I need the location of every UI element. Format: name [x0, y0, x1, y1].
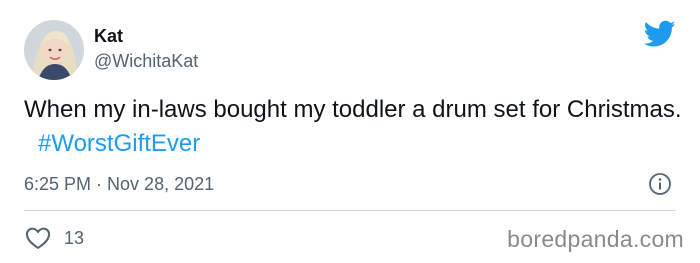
divider [24, 210, 676, 211]
tweet-card: Kat @WichitaKat When my in-laws bought m… [0, 0, 700, 263]
like-count: 13 [64, 227, 85, 248]
hashtag-link[interactable]: #WorstGiftEver [38, 130, 200, 157]
display-name[interactable]: Kat [94, 26, 123, 47]
like-button[interactable]: 13 [24, 224, 84, 252]
info-icon[interactable] [648, 172, 672, 196]
tweet-time: 6:25 PM [24, 174, 92, 194]
tweet-text: When my in-laws bought my toddler a drum… [24, 93, 684, 161]
heart-icon [24, 224, 52, 252]
avatar-image [24, 20, 84, 80]
meta-separator: · [96, 174, 103, 194]
watermark: boredpanda.com [507, 226, 684, 252]
tweet-body: When my in-laws bought my toddler a drum… [24, 96, 682, 123]
tweet-date: Nov 28, 2021 [107, 174, 215, 194]
avatar[interactable] [24, 20, 84, 80]
user-handle[interactable]: @WichitaKat [94, 51, 198, 72]
twitter-bird-icon[interactable] [644, 20, 676, 48]
tweet-timestamp[interactable]: 6:25 PM · Nov 28, 2021 [24, 174, 214, 195]
